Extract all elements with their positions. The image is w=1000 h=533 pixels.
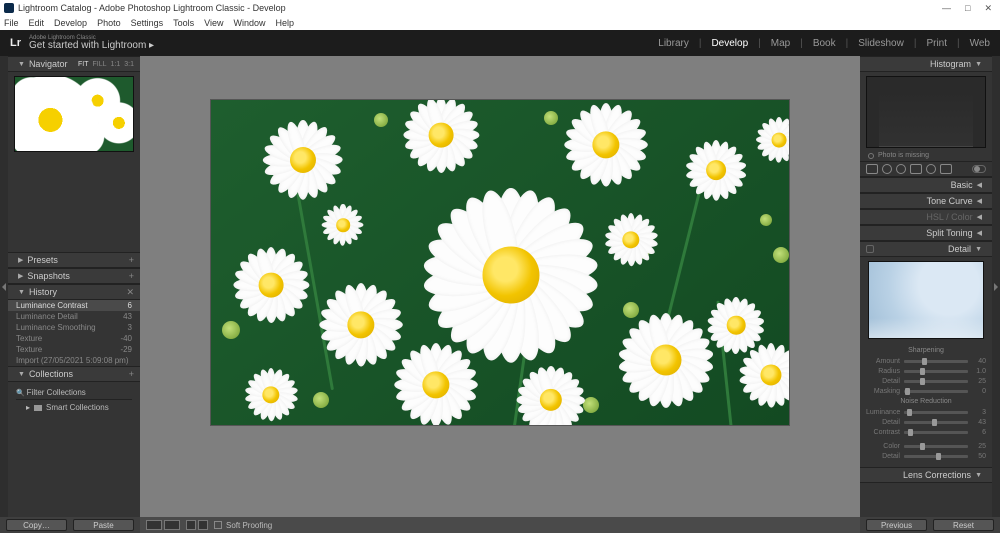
history-item[interactable]: Texture-29	[8, 344, 140, 355]
nav-zoom-1-1[interactable]: 1:1	[111, 61, 121, 68]
splittoning-panel-header[interactable]: Split Toning◀	[860, 225, 992, 241]
menu-view[interactable]: View	[204, 18, 223, 28]
chevron-down-icon: ▼	[975, 61, 982, 68]
history-item[interactable]: Texture-40	[8, 333, 140, 344]
reset-button[interactable]: Reset	[933, 519, 994, 531]
chevron-down-icon: ▼	[18, 61, 25, 68]
photo-canvas	[211, 100, 789, 425]
nav-zoom-fit[interactable]: FIT	[78, 61, 89, 68]
identity-plate-bar: Lr Adobe Lightroom Classic Get started w…	[0, 30, 1000, 56]
brush-tool-icon[interactable]	[940, 164, 952, 174]
detail-panel-header[interactable]: Detail▼	[860, 241, 992, 257]
chevron-right-icon: ▶	[18, 256, 23, 264]
lenscorrections-panel-header[interactable]: Lens Corrections▼	[860, 467, 992, 483]
copy-button[interactable]: Copy…	[6, 519, 67, 531]
soft-proofing-toggle[interactable]: Soft Proofing	[214, 521, 272, 530]
history-header[interactable]: ▼ History ✕	[8, 284, 140, 300]
chevron-right-icon: ▶	[18, 272, 23, 280]
os-titlebar: Lightroom Catalog - Adobe Photoshop Ligh…	[0, 0, 1000, 16]
view-copy-icon[interactable]	[198, 520, 208, 530]
previous-button[interactable]: Previous	[866, 519, 927, 531]
photo-missing-note: Photo is missing	[860, 150, 992, 161]
view-mode-before-after-icon[interactable]	[164, 520, 180, 530]
module-book[interactable]: Book	[813, 38, 836, 49]
develop-toolstrip	[860, 161, 992, 177]
panel-switch-icon[interactable]	[866, 245, 874, 253]
slider-detail[interactable]: Detail50	[866, 451, 986, 461]
module-develop[interactable]: Develop	[711, 38, 748, 49]
window-maximize-button[interactable]: □	[965, 3, 970, 14]
grad-tool-icon[interactable]	[910, 164, 922, 174]
app-logo: Lr	[10, 37, 21, 49]
left-panel: ▼ Navigator FIT FILL 1:1 3:1 ▶ Presets +…	[8, 56, 140, 517]
slider-masking[interactable]: Masking0	[866, 386, 986, 396]
history-item[interactable]: Luminance Smoothing3	[8, 322, 140, 333]
slider-detail[interactable]: Detail25	[866, 376, 986, 386]
chevron-down-icon: ▼	[18, 371, 25, 378]
basic-panel-header[interactable]: Basic◀	[860, 177, 992, 193]
paste-button[interactable]: Paste	[73, 519, 134, 531]
menu-file[interactable]: File	[4, 18, 19, 28]
window-title: Lightroom Catalog - Adobe Photoshop Ligh…	[18, 3, 286, 13]
collections-filter-input[interactable]: 🔍 Filter Collections	[16, 386, 132, 400]
history-item[interactable]: Luminance Contrast6	[8, 300, 140, 311]
view-swap-icon[interactable]	[186, 520, 196, 530]
redeye-tool-icon[interactable]	[896, 164, 906, 174]
right-panel-collapse[interactable]	[992, 56, 1000, 517]
module-web[interactable]: Web	[970, 38, 990, 49]
slider-contrast[interactable]: Contrast6	[866, 427, 986, 437]
menu-help[interactable]: Help	[276, 18, 295, 28]
history-list: Luminance Contrast6 Luminance Detail43 L…	[8, 300, 140, 366]
app-icon	[4, 3, 14, 13]
left-panel-collapse[interactable]	[0, 56, 8, 517]
radial-tool-icon[interactable]	[926, 164, 936, 174]
presets-header[interactable]: ▶ Presets +	[8, 252, 140, 268]
histogram-header[interactable]: Histogram ▼	[860, 56, 992, 72]
spot-tool-icon[interactable]	[882, 164, 892, 174]
module-library[interactable]: Library	[658, 38, 689, 49]
module-picker: Library| Develop| Map| Book| Slideshow| …	[658, 38, 990, 49]
detail-preview-thumb[interactable]	[868, 261, 984, 339]
window-minimize-button[interactable]: —	[942, 3, 951, 14]
slider-color[interactable]: Color25	[866, 441, 986, 451]
tonecurve-panel-header[interactable]: Tone Curve◀	[860, 193, 992, 209]
loupe-view[interactable]	[140, 56, 860, 517]
slider-detail[interactable]: Detail43	[866, 417, 986, 427]
before-after-toggle[interactable]	[972, 165, 986, 173]
menu-window[interactable]: Window	[234, 18, 266, 28]
crop-tool-icon[interactable]	[866, 164, 878, 174]
bottom-toolbar: Copy… Paste Soft Proofing Previous Reset	[0, 517, 1000, 533]
module-slideshow[interactable]: Slideshow	[858, 38, 904, 49]
history-item[interactable]: Import (27/05/2021 5:09:08 pm)	[8, 355, 140, 366]
checkbox-icon[interactable]	[214, 521, 222, 529]
navigator-header[interactable]: ▼ Navigator FIT FILL 1:1 3:1	[8, 56, 140, 72]
window-close-button[interactable]: ✕	[984, 3, 992, 14]
collections-header[interactable]: ▼ Collections +	[8, 366, 140, 382]
chevron-down-icon: ▼	[18, 289, 25, 296]
history-item[interactable]: Luminance Detail43	[8, 311, 140, 322]
snapshots-header[interactable]: ▶ Snapshots +	[8, 268, 140, 284]
navigator-thumbnail[interactable]	[14, 76, 134, 152]
brand-text: Adobe Lightroom Classic Get started with…	[29, 35, 154, 51]
menu-photo[interactable]: Photo	[97, 18, 121, 28]
menu-edit[interactable]: Edit	[29, 18, 45, 28]
histogram-display[interactable]	[866, 76, 986, 148]
right-panel: Histogram ▼ Photo is missing Basic◀ Tone…	[860, 56, 992, 517]
menu-settings[interactable]: Settings	[131, 18, 164, 28]
sharpening-group: Sharpening Amount40Radius1.0Detail25Mask…	[860, 343, 992, 467]
hsl-panel-header[interactable]: HSL / Color◀	[860, 209, 992, 225]
folder-icon	[34, 405, 42, 411]
slider-amount[interactable]: Amount40	[866, 356, 986, 366]
module-print[interactable]: Print	[926, 38, 947, 49]
menu-tools[interactable]: Tools	[173, 18, 194, 28]
slider-radius[interactable]: Radius1.0	[866, 366, 986, 376]
nav-zoom-3-1[interactable]: 3:1	[124, 61, 134, 68]
view-mode-loupe-icon[interactable]	[146, 520, 162, 530]
smart-collections-item[interactable]: ▸ Smart Collections	[16, 400, 132, 415]
module-map[interactable]: Map	[771, 38, 790, 49]
nav-zoom-fill[interactable]: FILL	[93, 61, 107, 68]
app-menubar: File Edit Develop Photo Settings Tools V…	[0, 16, 1000, 30]
slider-luminance[interactable]: Luminance3	[866, 407, 986, 417]
menu-develop[interactable]: Develop	[54, 18, 87, 28]
